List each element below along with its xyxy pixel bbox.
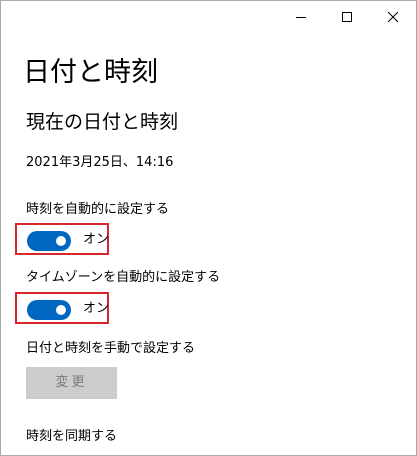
change-button[interactable]: 変更	[26, 367, 117, 399]
auto-time-toggle[interactable]	[27, 231, 71, 251]
auto-timezone-label: タイムゾーンを自動的に設定する	[26, 270, 221, 285]
minimize-button[interactable]	[278, 1, 324, 33]
sync-time-label: 時刻を同期する	[26, 429, 118, 444]
page-title: 日付と時刻	[23, 57, 158, 88]
minimize-icon	[296, 17, 306, 18]
current-datetime: 2021年3月25日、14:16	[26, 155, 174, 170]
close-icon	[387, 11, 399, 23]
toggle-knob	[56, 236, 66, 246]
auto-timezone-toggle-highlight: オン	[15, 292, 109, 324]
settings-window: 日付と時刻 現在の日付と時刻 2021年3月25日、14:16 時刻を自動的に設…	[0, 0, 417, 456]
auto-timezone-state: オン	[83, 301, 110, 316]
auto-time-toggle-highlight: オン	[15, 223, 109, 255]
close-button[interactable]	[370, 1, 416, 33]
title-bar	[278, 1, 416, 33]
toggle-knob	[56, 305, 66, 315]
manual-datetime-label: 日付と時刻を手動で設定する	[26, 341, 196, 356]
maximize-button[interactable]	[324, 1, 370, 33]
section-title: 現在の日付と時刻	[26, 111, 179, 133]
auto-time-label: 時刻を自動的に設定する	[26, 202, 170, 217]
auto-timezone-toggle[interactable]	[27, 300, 71, 320]
maximize-icon	[342, 12, 352, 22]
auto-time-state: オン	[83, 232, 110, 247]
